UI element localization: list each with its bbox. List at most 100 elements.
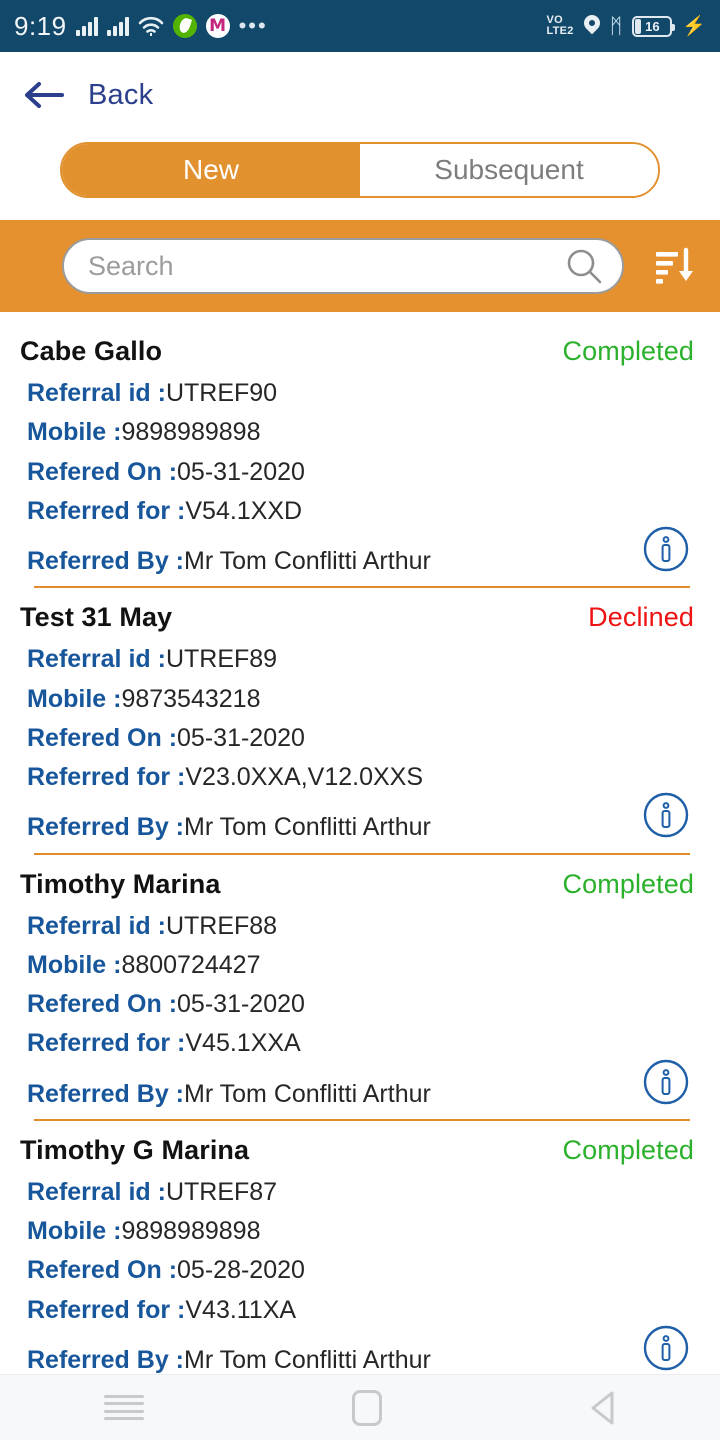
location-pin-icon bbox=[584, 15, 600, 37]
refered-on-row: Refered On :05-31-2020 bbox=[20, 725, 700, 751]
sort-descending-icon[interactable] bbox=[650, 242, 698, 290]
recents-icon[interactable] bbox=[104, 1394, 144, 1421]
card-header: Test 31 May Declined bbox=[20, 602, 700, 633]
info-icon[interactable] bbox=[642, 791, 690, 839]
status-badge: Completed bbox=[562, 336, 694, 366]
referral-id-label: Referral id : bbox=[27, 1177, 166, 1206]
referral-id-value: UTREF89 bbox=[165, 645, 278, 674]
signal-bars-icon bbox=[75, 16, 98, 36]
referred-by-value: Mr Tom Conflitti Arthur bbox=[184, 547, 431, 575]
referred-by-row: Referred By :Mr Tom Conflitti Arthur bbox=[20, 548, 431, 574]
status-time: 9:19 bbox=[14, 10, 67, 41]
bluetooth-icon: ᛗ bbox=[609, 14, 623, 38]
referral-card[interactable]: Cabe Gallo Completed Referral id :UTREF9… bbox=[0, 322, 720, 589]
referral-id-value: UTREF87 bbox=[165, 1177, 278, 1206]
referred-for-row: Referred for :V23.0XXA,V12.0XXS bbox=[20, 764, 700, 790]
green-droplet-app-icon bbox=[172, 14, 197, 38]
nav-back-icon[interactable] bbox=[590, 1390, 616, 1426]
referred-for-row: Referred for :V45.1XXA bbox=[20, 1030, 700, 1056]
mobile-label: Mobile : bbox=[27, 684, 122, 713]
status-bar-right: VO LTE2 ᛗ 16 ⚡ bbox=[546, 15, 706, 37]
segment-toggle[interactable]: New Subsequent bbox=[60, 142, 660, 198]
referral-card[interactable]: Timothy Marina Completed Referral id :UT… bbox=[0, 855, 720, 1121]
referral-id-row: Referral id :UTREF87 bbox=[20, 1179, 700, 1205]
search-input[interactable] bbox=[88, 250, 564, 282]
refered-on-value: 05-28-2020 bbox=[177, 1256, 305, 1285]
mobile-label: Mobile : bbox=[27, 1217, 122, 1245]
refered-on-value: 05-31-2020 bbox=[177, 990, 305, 1018]
referred-by-value: Mr Tom Conflitti Arthur bbox=[184, 813, 431, 842]
status-badge: Completed bbox=[562, 868, 694, 899]
info-icon[interactable] bbox=[642, 525, 690, 573]
search-input-wrap[interactable] bbox=[62, 238, 624, 294]
mobile-value: 8800724427 bbox=[121, 950, 261, 979]
more-dots-icon: ••• bbox=[238, 13, 268, 38]
tab-subsequent[interactable]: Subsequent bbox=[360, 144, 658, 196]
mobile-label: Mobile : bbox=[27, 418, 122, 447]
referred-by-value: Mr Tom Conflitti Arthur bbox=[184, 1345, 431, 1374]
referred-for-row: Referred for :V54.1XXD bbox=[20, 498, 700, 524]
referred-by-row: Referred By :Mr Tom Conflitti Arthur bbox=[20, 1079, 431, 1108]
android-navigation-bar bbox=[0, 1374, 720, 1440]
search-bar bbox=[0, 220, 720, 312]
mobile-row: Mobile :9898989898 bbox=[20, 1218, 700, 1244]
mobile-label: Mobile : bbox=[27, 950, 122, 979]
mobile-value: 9873543218 bbox=[121, 684, 261, 713]
referred-by-wrap: Referred By :Mr Tom Conflitti Arthur bbox=[20, 790, 700, 840]
referral-id-value: UTREF90 bbox=[165, 379, 278, 407]
refered-on-label: Refered On : bbox=[27, 723, 178, 752]
referred-by-row: Referred By :Mr Tom Conflitti Arthur bbox=[20, 814, 431, 840]
referral-card[interactable]: Timothy G Marina Completed Referral id :… bbox=[0, 1121, 720, 1374]
home-icon[interactable] bbox=[352, 1389, 382, 1426]
referred-for-label: Referred for : bbox=[27, 1029, 186, 1058]
status-bar: 9:19 M ••• VO LTE2 ᛗ 16 ⚡ bbox=[0, 0, 720, 52]
refered-on-row: Refered On :05-31-2020 bbox=[20, 457, 700, 486]
referral-card[interactable]: Test 31 May Declined Referral id :UTREF8… bbox=[0, 588, 720, 855]
mobile-row: Mobile :8800724427 bbox=[20, 952, 700, 978]
refered-on-row: Refered On :05-31-2020 bbox=[20, 991, 700, 1017]
status-bar-left: 9:19 M ••• bbox=[14, 11, 268, 42]
refered-on-value: 05-31-2020 bbox=[177, 457, 305, 486]
charging-bolt-icon: ⚡ bbox=[682, 15, 706, 37]
status-badge: Completed bbox=[562, 1134, 694, 1165]
referral-list[interactable]: Cabe Gallo Completed Referral id :UTREF9… bbox=[0, 322, 720, 1374]
arrow-left-icon[interactable] bbox=[22, 80, 66, 110]
mobile-value: 9898989898 bbox=[121, 418, 261, 447]
info-icon[interactable] bbox=[642, 1058, 690, 1106]
tab-new[interactable]: New bbox=[62, 144, 360, 196]
referral-id-label: Referral id : bbox=[27, 379, 166, 407]
refered-on-row: Refered On :05-28-2020 bbox=[20, 1257, 700, 1283]
patient-name: Timothy Marina bbox=[20, 868, 221, 899]
referred-for-value: V23.0XXA,V12.0XXS bbox=[185, 763, 424, 791]
referred-by-wrap: Referred By :Mr Tom Conflitti Arthur bbox=[20, 1057, 700, 1107]
wifi-icon bbox=[138, 16, 164, 36]
referred-for-label: Referred for : bbox=[27, 1295, 186, 1324]
referral-id-row: Referral id :UTREF90 bbox=[20, 380, 700, 406]
referred-by-value: Mr Tom Conflitti Arthur bbox=[184, 1079, 431, 1108]
volte-icon: VO LTE2 bbox=[546, 15, 573, 37]
search-icon[interactable] bbox=[564, 246, 604, 286]
referred-for-label: Referred for : bbox=[27, 763, 186, 791]
signal-bars-icon-2 bbox=[106, 16, 129, 36]
back-button-label[interactable]: Back bbox=[88, 79, 153, 112]
referral-id-value: UTREF88 bbox=[165, 911, 278, 940]
referred-by-label: Referred By : bbox=[27, 1345, 184, 1374]
mobile-row: Mobile :9873543218 bbox=[20, 684, 700, 713]
back-bar[interactable]: Back bbox=[0, 52, 720, 138]
referral-id-label: Referral id : bbox=[27, 911, 166, 940]
referred-for-value: V43.11XA bbox=[185, 1295, 297, 1324]
refered-on-label: Refered On : bbox=[27, 457, 178, 486]
status-badge: Declined bbox=[588, 602, 694, 633]
refered-on-label: Refered On : bbox=[27, 1256, 178, 1285]
referred-for-value: V54.1XXD bbox=[185, 496, 303, 525]
referred-by-label: Referred By : bbox=[27, 1079, 184, 1108]
segment-toggle-wrap: New Subsequent bbox=[0, 138, 720, 220]
referred-by-row: Referred By :Mr Tom Conflitti Arthur bbox=[20, 1347, 431, 1373]
referral-id-row: Referral id :UTREF89 bbox=[20, 646, 700, 672]
referred-by-label: Referred By : bbox=[27, 547, 184, 575]
refered-on-value: 05-31-2020 bbox=[177, 723, 305, 752]
referred-for-label: Referred for : bbox=[27, 496, 186, 525]
battery-level: 16 bbox=[645, 18, 660, 34]
referred-for-row: Referred for :V43.11XA bbox=[20, 1295, 700, 1324]
info-icon[interactable] bbox=[642, 1324, 690, 1372]
